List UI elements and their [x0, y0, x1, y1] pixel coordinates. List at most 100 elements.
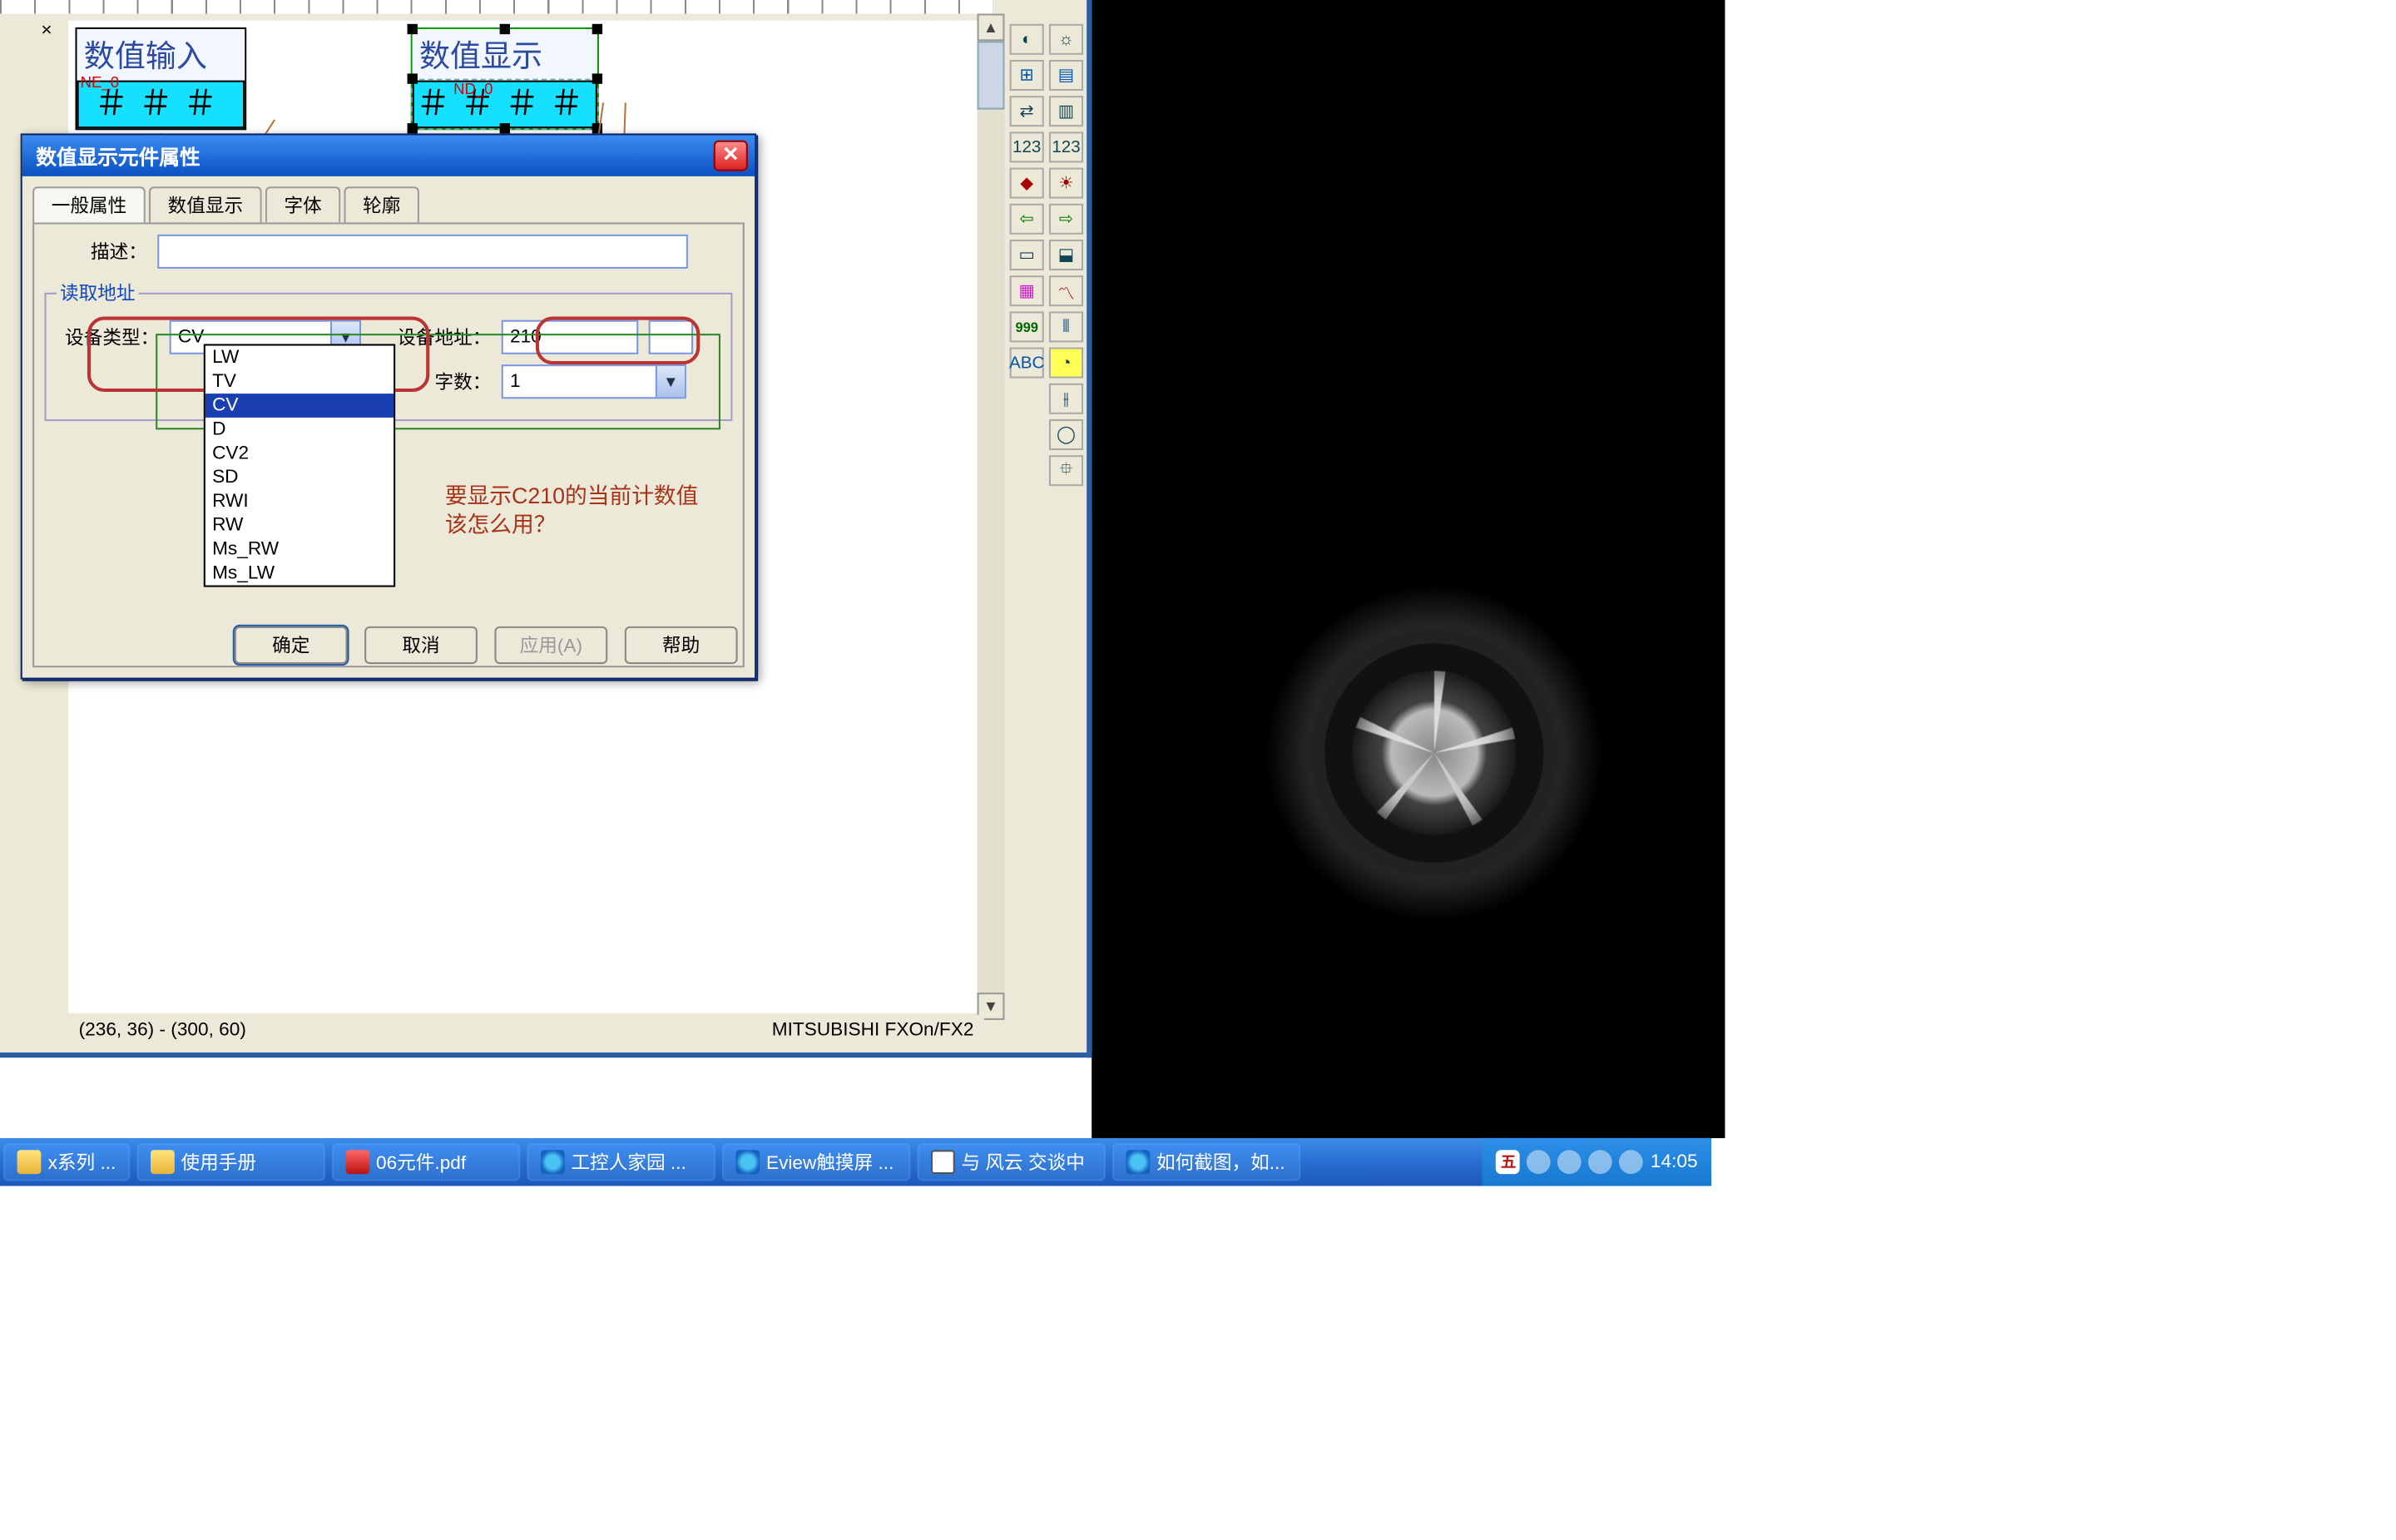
taskbar-item[interactable]: Eview触摸屏 ... — [722, 1143, 910, 1181]
help-button[interactable]: 帮助 — [625, 626, 738, 664]
device-addr-ext[interactable] — [649, 320, 693, 354]
ime-icon[interactable]: 五 — [1497, 1150, 1521, 1174]
tab-display[interactable]: 数值显示 — [149, 186, 262, 222]
tool-icon[interactable]: ◯ — [1049, 419, 1083, 450]
component-id-label: NE_0 — [81, 73, 119, 91]
tool-icon[interactable]: 999 — [1010, 311, 1044, 342]
device-addr-input[interactable] — [502, 320, 639, 354]
tool-icon[interactable]: ☀ — [1049, 168, 1083, 199]
taskbar[interactable]: x系列 ... 使用手册 06元件.pdf 工控人家园 ... Eview触摸屏… — [0, 1138, 1711, 1186]
tool-icon[interactable]: ☼ — [1049, 24, 1083, 55]
tool-icon[interactable]: ABC — [1010, 348, 1044, 379]
tool-icon[interactable]: ⬓ — [1049, 240, 1083, 270]
tool-icon[interactable]: ▦ — [1010, 275, 1044, 306]
wallpaper-wheel — [1352, 671, 1516, 834]
dropdown-item[interactable]: LW — [205, 346, 394, 370]
properties-dialog: 数值显示元件属性 ✕ 一般属性 数值显示 字体 轮廓 描述： 读取地址 设备类型… — [21, 133, 757, 679]
dropdown-item[interactable]: Ms_RW — [205, 537, 394, 562]
tool-icon[interactable]: ▥ — [1049, 96, 1083, 126]
desc-input[interactable] — [157, 235, 688, 269]
numeric-field: ＃＃＃＃ — [413, 81, 597, 129]
tool-icon[interactable]: ⇄ — [1010, 96, 1044, 126]
tab-outline[interactable]: 轮廓 — [344, 186, 419, 222]
dropdown-item[interactable]: D — [205, 418, 394, 442]
taskbar-item[interactable]: 工控人家园 ... — [527, 1143, 715, 1181]
tool-icon[interactable]: ⇨ — [1049, 204, 1083, 235]
folder-icon — [17, 1150, 42, 1174]
taskbar-label: 如何截图，如... — [1156, 1148, 1285, 1176]
tool-icon[interactable]: ◔ — [1049, 348, 1083, 379]
taskbar-label: x系列 ... — [48, 1148, 116, 1176]
tool-icon[interactable]: ⇦ — [1010, 204, 1044, 235]
tool-icon[interactable]: ⫲ — [1049, 384, 1083, 414]
pdf-icon — [345, 1150, 369, 1174]
tool-icon[interactable]: ▭ — [1010, 240, 1044, 270]
word-count-value: 1 — [503, 371, 656, 392]
taskbar-label: 与 风云 交谈中 — [961, 1148, 1084, 1176]
tray-icon[interactable] — [1527, 1150, 1552, 1174]
ok-button[interactable]: 确定 — [235, 626, 348, 664]
folder-icon — [150, 1150, 174, 1174]
tool-icon[interactable]: ⯐ — [1049, 455, 1083, 486]
apply-button[interactable]: 应用(A) — [494, 626, 607, 664]
label-device-type: 设备类型： — [57, 324, 159, 351]
tool-icon[interactable]: ▤ — [1049, 60, 1083, 91]
label-desc: 描述： — [44, 238, 146, 265]
tool-icon[interactable]: ⫴ — [1049, 311, 1083, 342]
tool-icon[interactable]: ◐ — [1010, 24, 1044, 55]
scroll-thumb[interactable] — [978, 41, 1005, 109]
word-count-combo[interactable]: 1 ▼ — [502, 364, 686, 399]
dropdown-item[interactable]: CV — [205, 394, 394, 418]
taskbar-item[interactable]: 与 风云 交谈中 — [917, 1143, 1105, 1181]
tool-palette-left: ◐ ⊞ ⇄ 123 ◆ ⇦ ▭ ▦ 999 ABC — [1010, 24, 1044, 379]
dropdown-item[interactable]: CV2 — [205, 442, 394, 466]
browser-icon — [735, 1150, 760, 1174]
dialog-tabs: 一般属性 数值显示 字体 轮廓 — [32, 186, 745, 222]
tab-panel: 描述： 读取地址 设备类型： CV ▼ 设备地址： 字数： — [32, 222, 745, 667]
numeric-input-component[interactable]: 数值输入 NE_0 ＃＃＃＃ — [76, 27, 247, 130]
dialog-titlebar[interactable]: 数值显示元件属性 ✕ — [22, 136, 755, 176]
cancel-button[interactable]: 取消 — [364, 626, 478, 664]
scroll-up-icon[interactable]: ▲ — [978, 13, 1005, 41]
tab-font[interactable]: 字体 — [265, 186, 341, 222]
dropdown-item[interactable]: RWI — [205, 489, 394, 513]
dialog-buttons: 确定 取消 应用(A) 帮助 — [235, 626, 738, 664]
tool-icon[interactable]: 〽 — [1049, 275, 1083, 306]
desktop-wallpaper — [1092, 0, 1725, 1138]
status-coords: (236, 36) - (300, 60) — [79, 1020, 246, 1041]
tool-icon[interactable]: ◆ — [1010, 168, 1044, 199]
taskbar-item[interactable]: x系列 ... — [3, 1143, 130, 1181]
taskbar-item[interactable]: 使用手册 — [136, 1143, 324, 1181]
tray-icon[interactable] — [1558, 1150, 1582, 1174]
taskbar-label: 使用手册 — [181, 1148, 256, 1176]
taskbar-item[interactable]: 如何截图，如... — [1112, 1143, 1300, 1181]
tool-icon[interactable]: 123 — [1049, 131, 1083, 162]
close-icon[interactable]: ✕ — [714, 141, 748, 171]
dropdown-item[interactable]: RW — [205, 513, 394, 537]
system-tray[interactable]: 五 14:05 — [1483, 1138, 1711, 1186]
tray-icon[interactable] — [1620, 1150, 1644, 1174]
annotation-text: 要显示C210的当前计数值 该怎么用？ — [445, 481, 699, 539]
browser-icon — [1126, 1150, 1150, 1174]
dropdown-item[interactable]: SD — [205, 466, 394, 490]
device-type-dropdown[interactable]: LW TV CV D CV2 SD RWI RW Ms_RW Ms_LW — [204, 344, 395, 587]
dialog-title: 数值显示元件属性 — [36, 141, 200, 171]
tool-icon[interactable]: ⊞ — [1010, 60, 1044, 91]
dropdown-item[interactable]: Ms_LW — [205, 562, 394, 586]
clock: 14:05 — [1651, 1151, 1698, 1172]
numeric-display-component[interactable]: 数值显示 ND_0 ＃＃＃＃ — [411, 27, 599, 130]
dropdown-item[interactable]: TV — [205, 369, 394, 394]
wallpaper-car — [1092, 0, 1725, 1138]
component-id-label: ND_0 — [453, 81, 493, 98]
ruler — [0, 0, 993, 13]
tool-icon[interactable]: 123 — [1010, 131, 1044, 162]
note-icon — [930, 1150, 954, 1174]
taskbar-item[interactable]: 06元件.pdf — [332, 1143, 520, 1181]
vertical-scrollbar[interactable]: ▲ ▼ — [978, 13, 1005, 1020]
blank-area — [1725, 0, 2396, 1540]
tab-general[interactable]: 一般属性 — [32, 186, 146, 222]
tray-icon[interactable] — [1589, 1150, 1613, 1174]
address-group-legend: 读取地址 — [57, 279, 139, 306]
chevron-down-icon[interactable]: ▼ — [656, 366, 685, 397]
close-icon[interactable]: × — [41, 21, 52, 42]
